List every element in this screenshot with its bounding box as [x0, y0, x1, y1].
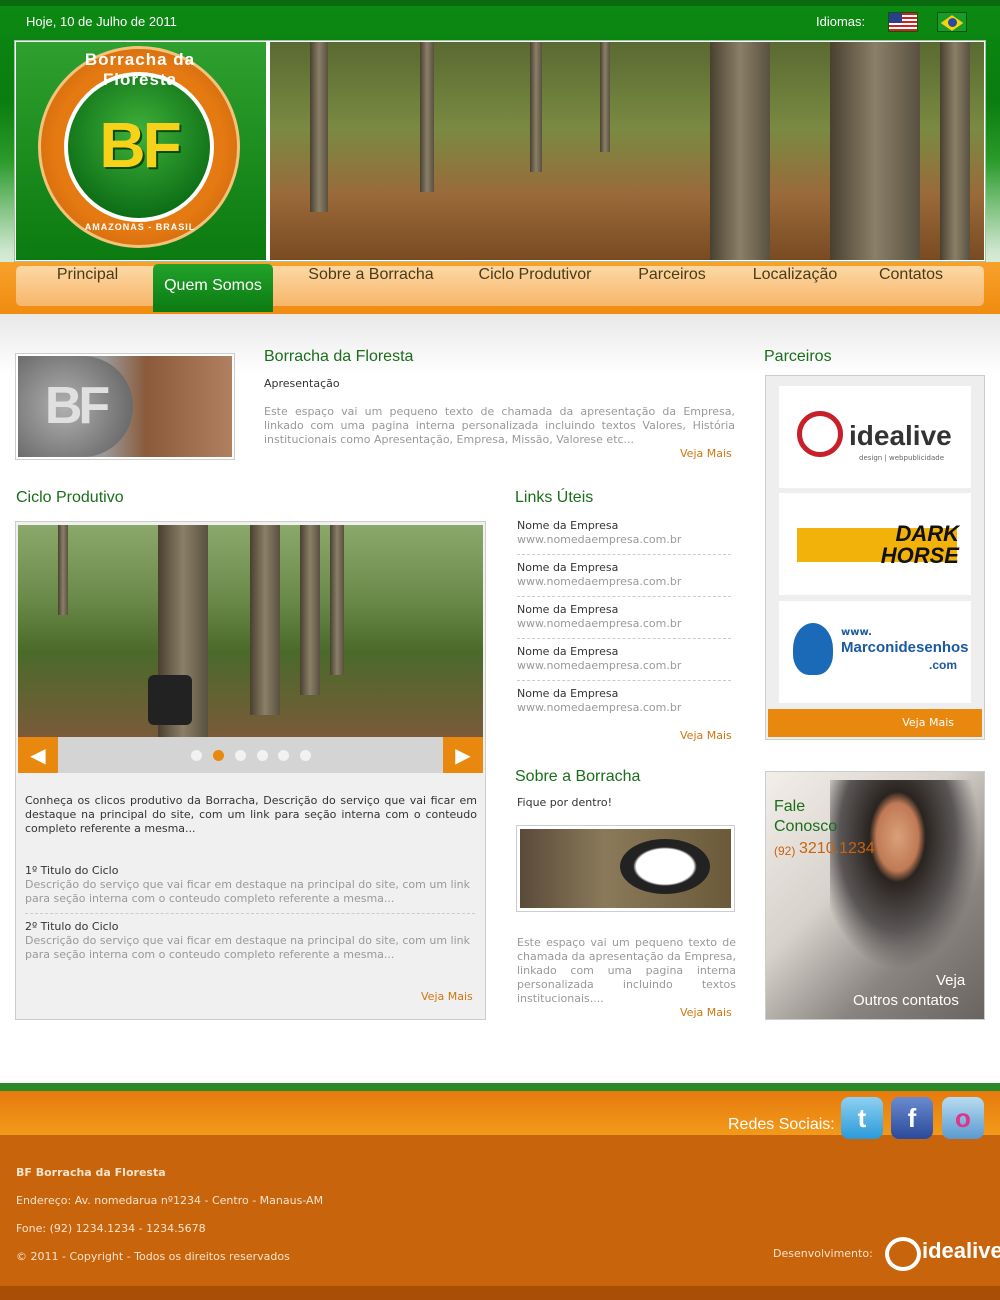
idealive-logo-icon — [797, 411, 843, 457]
link-url[interactable]: www.nomedaempresa.com.br — [517, 701, 681, 715]
divider — [517, 680, 731, 681]
footer-phone: Fone: (92) 1234.1234 - 1234.5678 — [16, 1222, 206, 1235]
us-flag-icon[interactable] — [888, 12, 918, 32]
nav-contatos[interactable]: Contatos — [864, 266, 958, 306]
header-forest-photo — [270, 42, 984, 260]
divider — [517, 596, 731, 597]
marconi-logo-icon — [793, 623, 833, 675]
ciclo-intro: Conheça os clicos produtivo da Borracha,… — [25, 794, 477, 835]
links-more-link[interactable]: Veja Mais — [680, 729, 732, 742]
about-text: Este espaço vai um pequeno texto de cham… — [264, 405, 735, 446]
footer-dev-label: Desenvolvimento: — [773, 1247, 873, 1260]
divider — [517, 638, 731, 639]
logo-arc-top-text: Borracha da Floresta — [84, 50, 196, 89]
current-date: Hoje, 10 de Julho de 2011 — [26, 14, 177, 29]
link-name[interactable]: Nome da Empresa — [517, 603, 618, 617]
contact-veja[interactable]: Veja — [936, 972, 965, 989]
link-name[interactable]: Nome da Empresa — [517, 687, 618, 701]
about-title: Borracha da Floresta — [264, 348, 414, 365]
social-label: Redes Sociais: — [728, 1116, 835, 1133]
ciclo-item-title[interactable]: 1º Titulo do Ciclo — [25, 864, 118, 878]
contact-line2: Conosco — [774, 818, 838, 835]
link-name[interactable]: Nome da Empresa — [517, 561, 618, 575]
ciclo-item-text: Descrição do serviço que vai ficar em de… — [25, 878, 470, 905]
facebook-icon[interactable]: f — [891, 1097, 933, 1139]
borracha-thumb-image[interactable] — [520, 829, 731, 908]
partner-idealive[interactable]: idealive design | webpublicidade — [779, 386, 971, 488]
idealive-footer-icon[interactable] — [885, 1237, 921, 1271]
ciclo-slide-image[interactable] — [18, 525, 483, 737]
logo-arc-bottom-text: AMAZONAS - BRASIL — [84, 222, 196, 232]
link-url[interactable]: www.nomedaempresa.com.br — [517, 533, 681, 547]
divider — [25, 913, 475, 914]
nav-ciclo-produtivor[interactable]: Ciclo Produtivor — [465, 266, 605, 306]
footer-bottom — [0, 1286, 1000, 1300]
slider-dot[interactable] — [300, 750, 311, 761]
header-topline — [0, 0, 1000, 6]
ciclo-title: Ciclo Produtivo — [16, 489, 124, 506]
link-url[interactable]: www.nomedaempresa.com.br — [517, 617, 681, 631]
link-name[interactable]: Nome da Empresa — [517, 519, 618, 533]
link-url[interactable]: www.nomedaempresa.com.br — [517, 659, 681, 673]
partner-marconidesenhos[interactable]: www. Marconidesenhos .com — [779, 601, 971, 703]
divider — [517, 554, 731, 555]
partner-name: DARK HORSE — [880, 521, 959, 568]
partner-dark-horse[interactable]: DARK HORSE — [779, 493, 971, 595]
contact-phone: 3210.1234 — [799, 840, 875, 857]
languages-label: Idiomas: — [816, 14, 866, 29]
ciclo-item-text: Descrição do serviço que vai ficar em de… — [25, 934, 470, 961]
borracha-subtitle: Fique por dentro! — [517, 796, 612, 809]
contact-person-image — [830, 780, 980, 970]
nav-principal[interactable]: Principal — [30, 266, 145, 306]
footer-address: Endereço: Av. nomedarua nº1234 - Centro … — [16, 1194, 324, 1207]
contact-phone-prefix: (92) — [774, 844, 796, 858]
ciclo-item-title[interactable]: 2º Titulo do Ciclo — [25, 920, 118, 934]
partner-suffix: .com — [929, 658, 958, 672]
contact-line1: Fale — [774, 798, 806, 815]
about-thumbnail-logo: BF — [18, 356, 133, 457]
footer-copyright: © 2011 - Copyright - Todos os direitos r… — [16, 1250, 290, 1263]
borracha-title: Sobre a Borracha — [515, 768, 641, 785]
partner-name: idealive — [849, 420, 952, 451]
ciclo-more-link[interactable]: Veja Mais — [421, 990, 473, 1003]
footer-dev-brand[interactable]: idealive — [922, 1238, 1000, 1264]
partner-name: Marconidesenhos — [841, 639, 969, 656]
slider-controls — [18, 737, 483, 773]
twitter-icon[interactable]: t — [841, 1097, 883, 1139]
orkut-icon[interactable]: o — [942, 1097, 984, 1139]
nav-parceiros[interactable]: Parceiros — [620, 266, 724, 306]
brazil-flag-icon[interactable] — [937, 12, 967, 32]
borracha-text: Este espaço vai um pequeno texto de cham… — [517, 936, 736, 1005]
nav-sobre-a-borracha[interactable]: Sobre a Borracha — [290, 266, 452, 306]
footer-strip — [0, 1083, 1000, 1091]
borracha-more-link[interactable]: Veja Mais — [680, 1006, 732, 1019]
nav-localizacao[interactable]: Localização — [740, 266, 850, 306]
contact-outros[interactable]: Outros contatos — [853, 992, 959, 1009]
slider-dot[interactable] — [278, 750, 289, 761]
slider-dot[interactable] — [235, 750, 246, 761]
footer-company: BF Borracha da Floresta — [16, 1166, 166, 1179]
links-title: Links Úteis — [515, 489, 594, 506]
link-url[interactable]: www.nomedaempresa.com.br — [517, 575, 681, 589]
partner-tagline: design | webpublicidade — [859, 454, 944, 462]
link-name[interactable]: Nome da Empresa — [517, 645, 618, 659]
slider-dot[interactable] — [257, 750, 268, 761]
about-subtitle: Apresentação — [264, 377, 340, 390]
slider-dot-active[interactable] — [213, 750, 224, 761]
slider-prev-button[interactable]: ◀ — [18, 737, 58, 773]
logo-initials[interactable]: BF — [64, 108, 214, 182]
nav-quem-somos[interactable]: Quem Somos — [153, 264, 273, 312]
parceiros-more-link[interactable]: Veja Mais — [768, 709, 982, 737]
slider-next-button[interactable]: ▶ — [443, 737, 483, 773]
slider-dot[interactable] — [191, 750, 202, 761]
partner-prefix: www. — [841, 627, 872, 638]
parceiros-title: Parceiros — [764, 348, 832, 365]
footer-main — [0, 1135, 1000, 1300]
about-more-link[interactable]: Veja Mais — [680, 447, 732, 460]
